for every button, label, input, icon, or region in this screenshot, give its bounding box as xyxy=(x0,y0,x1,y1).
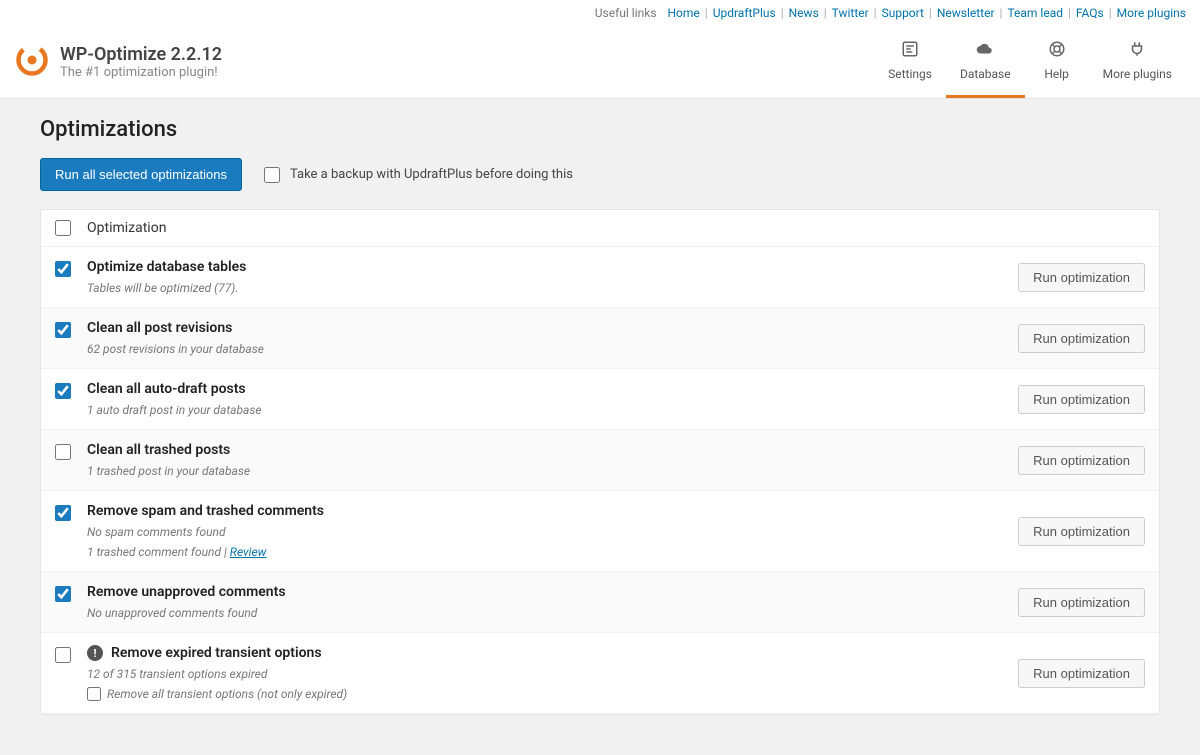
optimization-title: Clean all post revisions xyxy=(87,320,1002,336)
review-link[interactable]: Review xyxy=(230,545,267,559)
lifebuoy-icon xyxy=(1048,40,1066,63)
page-title: Optimizations xyxy=(40,117,1160,142)
backup-checkbox-row[interactable]: Take a backup with UpdraftPlus before do… xyxy=(264,167,573,183)
warning-icon: ! xyxy=(87,645,103,661)
optimization-checkbox[interactable] xyxy=(55,647,71,663)
app-title: WP-Optimize 2.2.12 xyxy=(60,44,222,65)
wp-optimize-logo-icon xyxy=(14,42,50,82)
optimization-row: Remove spam and trashed comments No spam … xyxy=(41,491,1159,572)
brand: WP-Optimize 2.2.12 The #1 optimization p… xyxy=(14,42,874,82)
useful-link-news[interactable]: News xyxy=(789,6,819,20)
useful-link-home[interactable]: Home xyxy=(668,6,700,20)
useful-links-label: Useful links xyxy=(595,6,657,20)
run-optimization-button[interactable]: Run optimization xyxy=(1018,517,1145,546)
optimization-title: Remove unapproved comments xyxy=(87,584,1002,600)
backup-label: Take a backup with UpdraftPlus before do… xyxy=(290,167,573,182)
useful-link-updraftplus[interactable]: UpdraftPlus xyxy=(713,6,776,20)
tab-label: More plugins xyxy=(1103,67,1172,81)
app-tagline: The #1 optimization plugin! xyxy=(60,65,222,80)
optimization-title: !Remove expired transient options xyxy=(87,645,1002,661)
useful-links-bar: Useful links Home | UpdraftPlus | News |… xyxy=(0,0,1200,26)
optimization-row: !Remove expired transient options 12 of 3… xyxy=(41,633,1159,714)
optimization-title: Remove spam and trashed comments xyxy=(87,503,1002,519)
useful-link-newsletter[interactable]: Newsletter xyxy=(937,6,995,20)
run-optimization-button[interactable]: Run optimization xyxy=(1018,324,1145,353)
optimization-description: 1 trashed post in your database xyxy=(87,464,1002,478)
optimization-row: Clean all auto-draft posts 1 auto draft p… xyxy=(41,369,1159,430)
optimization-checkbox[interactable] xyxy=(55,322,71,338)
run-optimization-button[interactable]: Run optimization xyxy=(1018,385,1145,414)
tab-more-plugins[interactable]: More plugins xyxy=(1089,26,1186,98)
run-optimization-button[interactable]: Run optimization xyxy=(1018,588,1145,617)
tab-help[interactable]: Help xyxy=(1025,26,1089,98)
optimization-row: Clean all post revisions 62 post revision… xyxy=(41,308,1159,369)
tab-label: Settings xyxy=(888,67,932,81)
column-header-optimization: Optimization xyxy=(87,220,166,236)
optimization-title: Clean all trashed posts xyxy=(87,442,1002,458)
useful-link-faqs[interactable]: FAQs xyxy=(1076,6,1104,20)
optimization-description: 12 of 315 transient options expired xyxy=(87,667,1002,681)
backup-checkbox[interactable] xyxy=(264,167,280,183)
optimization-row: Optimize database tables Tables will be o… xyxy=(41,247,1159,308)
optimization-checkbox[interactable] xyxy=(55,261,71,277)
optimization-checkbox[interactable] xyxy=(55,383,71,399)
optimization-description: No unapproved comments found xyxy=(87,606,1002,620)
tab-database[interactable]: Database xyxy=(946,26,1025,98)
tab-settings[interactable]: Settings xyxy=(874,26,946,98)
optimization-description: 1 auto draft post in your database xyxy=(87,403,1002,417)
optimization-title: Optimize database tables xyxy=(87,259,1002,275)
optimization-checkbox[interactable] xyxy=(55,586,71,602)
useful-link-support[interactable]: Support xyxy=(882,6,924,20)
run-all-button[interactable]: Run all selected optimizations xyxy=(40,158,242,191)
optimization-row: Clean all trashed posts 1 trashed post in… xyxy=(41,430,1159,491)
tab-label: Help xyxy=(1044,67,1069,81)
sliders-icon xyxy=(901,40,919,63)
optimization-checkbox[interactable] xyxy=(55,505,71,521)
optimization-description: 62 post revisions in your database xyxy=(87,342,1002,356)
optimization-checkbox[interactable] xyxy=(55,444,71,460)
cloud-icon xyxy=(976,40,994,63)
select-all-checkbox[interactable] xyxy=(55,220,71,236)
run-optimization-button[interactable]: Run optimization xyxy=(1018,446,1145,475)
tab-label: Database xyxy=(960,67,1011,81)
sub-option-checkbox[interactable] xyxy=(87,687,101,701)
run-optimization-button[interactable]: Run optimization xyxy=(1018,659,1145,688)
optimization-row: Remove unapproved comments No unapproved … xyxy=(41,572,1159,633)
optimization-description-2: 1 trashed comment found | Review xyxy=(87,545,1002,559)
run-optimization-button[interactable]: Run optimization xyxy=(1018,263,1145,292)
optimizations-panel: Optimization Optimize database tables Tab… xyxy=(40,209,1160,715)
useful-link-twitter[interactable]: Twitter xyxy=(832,6,869,20)
optimization-description: No spam comments found xyxy=(87,525,1002,539)
optimization-title: Clean all auto-draft posts xyxy=(87,381,1002,397)
plug-icon xyxy=(1128,40,1146,63)
sub-option-row[interactable]: Remove all transient options (not only e… xyxy=(87,687,1002,701)
optimization-description: Tables will be optimized (77). xyxy=(87,281,1002,295)
useful-link-more-plugins[interactable]: More plugins xyxy=(1117,6,1186,20)
useful-link-team-lead[interactable]: Team lead xyxy=(1007,6,1063,20)
